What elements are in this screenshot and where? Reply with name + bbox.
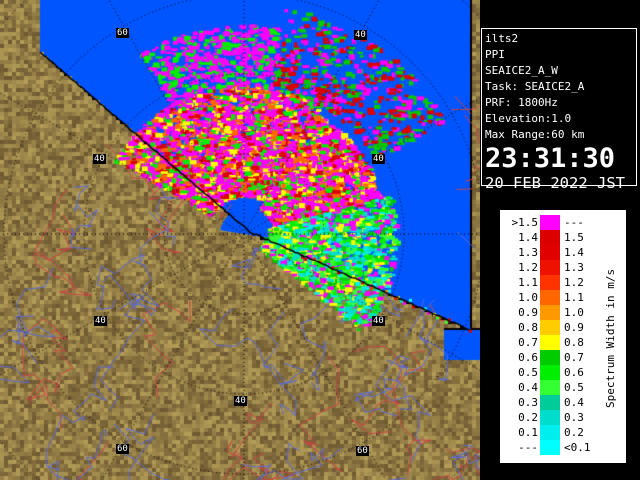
legend-upper-value: 0.8 [564, 336, 584, 349]
legend-upper-value: 0.3 [564, 411, 584, 424]
legend-swatch [540, 305, 560, 320]
task-name: Task: SEAICE2_A [485, 80, 585, 93]
legend-row: 0.4 0.5 [500, 380, 600, 395]
legend-row: 0.6 0.7 [500, 350, 600, 365]
legend-row: 0.3 0.4 [500, 395, 600, 410]
legend-swatch [540, 245, 560, 260]
product-type: PPI [485, 48, 505, 61]
legend-upper-value: 0.6 [564, 366, 584, 379]
legend-upper-value: 1.4 [564, 246, 584, 259]
legend-row: 0.5 0.6 [500, 365, 600, 380]
range-label: 60 [356, 446, 369, 456]
legend-upper-value: 1.2 [564, 276, 584, 289]
legend-lower-value: 1.2 [518, 261, 538, 274]
legend-lower-value: --- [518, 441, 538, 454]
legend-upper-value: 0.7 [564, 351, 584, 364]
legend-swatch [540, 335, 560, 350]
legend-lower-value: 1.1 [518, 276, 538, 289]
legend-upper-value: 1.5 [564, 231, 584, 244]
legend-lower-value: 0.9 [518, 306, 538, 319]
range-label: 40 [234, 396, 247, 406]
legend-row: --- <0.1 [500, 440, 600, 455]
color-legend: >1.5 --- 1.4 1.5 1.3 1.4 1.2 1.3 1.1 1.2 1.0 1.1 0.9… [500, 210, 626, 463]
legend-lower-value: 1.0 [518, 291, 538, 304]
range-label: 60 [116, 28, 129, 38]
legend-row: 0.1 0.2 [500, 425, 600, 440]
legend-lower-value: >1.5 [511, 216, 539, 229]
legend-upper-value: 1.3 [564, 261, 584, 274]
legend-swatch [540, 230, 560, 245]
legend-swatch [540, 380, 560, 395]
legend-swatch [540, 350, 560, 365]
legend-lower-value: 0.5 [518, 366, 538, 379]
legend-row: 0.7 0.8 [500, 335, 600, 350]
legend-swatch [540, 275, 560, 290]
range-label: 40 [372, 154, 385, 164]
legend-row: 1.1 1.2 [500, 275, 600, 290]
range-label: 60 [116, 444, 129, 454]
legend-upper-value: --- [564, 216, 584, 229]
legend-lower-value: 0.3 [518, 396, 538, 409]
legend-swatch [540, 260, 560, 275]
legend-swatch [540, 425, 560, 440]
legend-swatch [540, 320, 560, 335]
range-label: 40 [354, 30, 367, 40]
max-range-value: Max Range:60 km [485, 128, 585, 141]
legend-row: 1.0 1.1 [500, 290, 600, 305]
range-label: 40 [93, 154, 106, 164]
legend-lower-value: 1.3 [518, 246, 538, 259]
range-label: 40 [94, 316, 107, 326]
legend-lower-value: 0.7 [518, 336, 538, 349]
scan-info-panel: ilts2 PPI SEAICE2_A_W Task: SEAICE2_A PR… [481, 28, 637, 192]
legend-swatch [540, 440, 560, 455]
legend-swatch [540, 410, 560, 425]
legend-swatch [540, 395, 560, 410]
range-label: 40 [372, 316, 385, 326]
legend-upper-value: 0.2 [564, 426, 584, 439]
elevation-value: Elevation:1.0 [485, 112, 572, 125]
legend-row: 1.3 1.4 [500, 245, 600, 260]
legend-row: 1.4 1.5 [500, 230, 600, 245]
legend-upper-value: 1.1 [564, 291, 584, 304]
legend-row: 1.2 1.3 [500, 260, 600, 275]
legend-row: 0.9 1.0 [500, 305, 600, 320]
scan-date: 20 FEB 2022 JST [485, 174, 625, 192]
legend-upper-value: 1.0 [564, 306, 584, 319]
scan-name: SEAICE2_A_W [485, 64, 558, 77]
legend-lower-value: 0.8 [518, 321, 538, 334]
legend-lower-value: 0.6 [518, 351, 538, 364]
legend-upper-value: <0.1 [564, 441, 591, 454]
legend-lower-value: 0.4 [518, 381, 538, 394]
station-name: ilts2 [485, 32, 519, 45]
scan-time: 23:31:30 [485, 143, 616, 174]
legend-row: >1.5 --- [500, 215, 600, 230]
prf-value: PRF: 1800Hz [485, 96, 558, 109]
legend-swatch [540, 365, 560, 380]
legend-swatch [540, 290, 560, 305]
legend-title: Spectrum Width in m/s [604, 268, 617, 408]
legend-upper-value: 0.9 [564, 321, 584, 334]
legend-row: 0.8 0.9 [500, 320, 600, 335]
legend-upper-value: 0.5 [564, 381, 584, 394]
legend-lower-value: 1.4 [518, 231, 538, 244]
legend-lower-value: 0.2 [518, 411, 538, 424]
legend-swatch [540, 215, 560, 230]
legend-row: 0.2 0.3 [500, 410, 600, 425]
legend-upper-value: 0.4 [564, 396, 584, 409]
legend-lower-value: 0.1 [518, 426, 538, 439]
radar-ppi-map [0, 0, 480, 480]
